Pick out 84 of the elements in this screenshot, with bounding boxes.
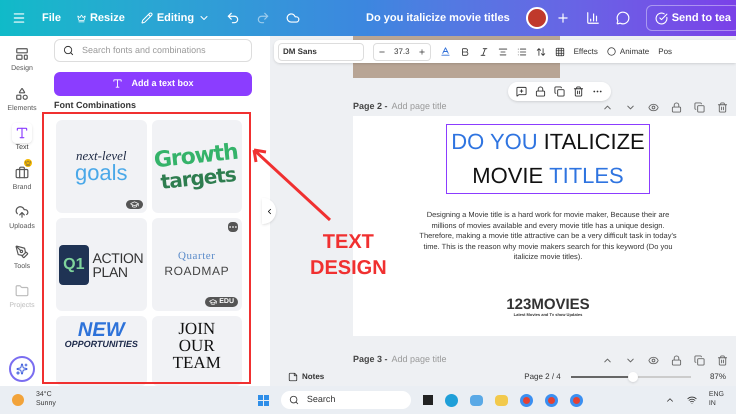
font-combination-card[interactable]: NEW OPPORTUNITIES xyxy=(56,316,146,386)
magic-button[interactable] xyxy=(9,356,35,382)
pencil-icon xyxy=(140,12,153,24)
trash-icon[interactable] xyxy=(573,86,584,97)
card-text: Q1 xyxy=(59,244,89,284)
card-text: OPPORTUNITIES xyxy=(64,340,138,349)
share-button[interactable]: Send to tea xyxy=(646,4,736,32)
eye-icon[interactable] xyxy=(648,102,659,112)
heading-word: DO YOU xyxy=(451,128,538,156)
zoom-reading: 87% xyxy=(710,371,726,383)
text-icon xyxy=(15,126,29,140)
card-text: ACTION xyxy=(92,250,144,264)
font-combination-card[interactable]: JOIN OUR TEAM xyxy=(152,316,242,386)
font-combination-card[interactable]: next-level goals xyxy=(56,120,146,213)
card-text: OUR xyxy=(178,337,215,354)
toolbar-button[interactable]: Animate xyxy=(606,46,650,58)
annotation-text: TEXT xyxy=(322,230,374,255)
toolbar-button[interactable]: Pos xyxy=(658,46,672,58)
card-text: Quarter xyxy=(178,250,216,264)
avatar[interactable] xyxy=(526,7,548,29)
italic-icon[interactable] xyxy=(478,46,489,56)
notes-button[interactable]: Notes xyxy=(288,371,324,383)
card-text: ROADMAP xyxy=(164,264,230,279)
more-icon[interactable] xyxy=(228,222,238,232)
cloud-icon[interactable] xyxy=(286,11,300,25)
eye-icon[interactable] xyxy=(648,354,659,366)
copy-icon[interactable] xyxy=(554,86,565,97)
transparency-icon[interactable] xyxy=(554,46,565,56)
comment-icon[interactable] xyxy=(616,11,630,25)
app-icon[interactable] xyxy=(422,395,433,405)
logo: 123MOVIES xyxy=(506,296,590,312)
graduation-cap-icon xyxy=(209,298,218,306)
font-select[interactable]: DM Sans xyxy=(278,42,364,60)
annotation-text: DESIGN xyxy=(310,256,387,281)
card-text: TEAM xyxy=(172,354,221,371)
plus-icon[interactable] xyxy=(556,11,570,25)
comment-add-icon[interactable] xyxy=(516,86,527,97)
document-title[interactable]: Do you italicize movie titles xyxy=(366,10,510,26)
heading-word: MOVIE xyxy=(472,162,544,190)
font-size-control[interactable]: 37.3 xyxy=(373,42,431,60)
pen-icon xyxy=(15,244,29,258)
bold-icon[interactable] xyxy=(460,46,470,56)
card-text: NEW xyxy=(78,320,125,340)
bar-chart-icon[interactable] xyxy=(586,11,600,25)
cloud-upload-icon xyxy=(15,205,29,219)
check-circle-icon xyxy=(654,12,668,24)
layout-icon xyxy=(14,47,29,61)
heading-word: ITALICIZE xyxy=(544,128,645,156)
undo-icon[interactable] xyxy=(226,11,240,25)
plus-icon[interactable] xyxy=(418,48,426,56)
heading-word: TITLES xyxy=(549,162,624,190)
align-icon[interactable] xyxy=(498,46,508,56)
start-icon[interactable] xyxy=(258,394,269,406)
font-combination-card[interactable]: Growth targets xyxy=(152,120,242,213)
page-indicator[interactable]: Page 2 / 4 xyxy=(524,371,561,383)
briefcase-icon xyxy=(15,166,29,180)
card-text: next-level xyxy=(76,149,126,162)
search-icon xyxy=(288,395,299,405)
card-text: goals xyxy=(74,162,128,184)
taskbar-search-field[interactable]: Search xyxy=(280,391,411,409)
folder-icon xyxy=(14,284,29,298)
search-icon xyxy=(63,45,74,56)
selected-heading[interactable]: DO YOU ITALICIZE MOVIE TITLES xyxy=(446,124,650,194)
note-icon xyxy=(288,372,298,382)
shapes-icon xyxy=(15,86,29,100)
graduation-cap-icon xyxy=(130,200,138,209)
lock-icon[interactable] xyxy=(535,86,546,97)
zoom-slider[interactable] xyxy=(570,372,691,382)
page-label: Page 2 - xyxy=(353,100,388,114)
toolbar-button[interactable]: Effects xyxy=(574,46,598,58)
add-text-box-button[interactable]: Add a text box xyxy=(54,72,252,96)
section-heading: Font Combinations xyxy=(54,98,137,112)
sparkle-icon xyxy=(16,363,28,375)
card-text: PLAN xyxy=(92,264,129,278)
page-label: Page 3 - xyxy=(353,353,388,366)
text-icon xyxy=(112,78,124,90)
crown-icon xyxy=(76,14,86,22)
text-color-icon[interactable] xyxy=(440,46,451,57)
network-icon[interactable] xyxy=(686,395,697,405)
spacing-icon[interactable] xyxy=(536,46,546,56)
slider-thumb[interactable] xyxy=(628,372,638,382)
circle-icon xyxy=(606,47,616,56)
card-text: JOIN xyxy=(178,320,216,337)
weather-icon xyxy=(12,394,24,406)
